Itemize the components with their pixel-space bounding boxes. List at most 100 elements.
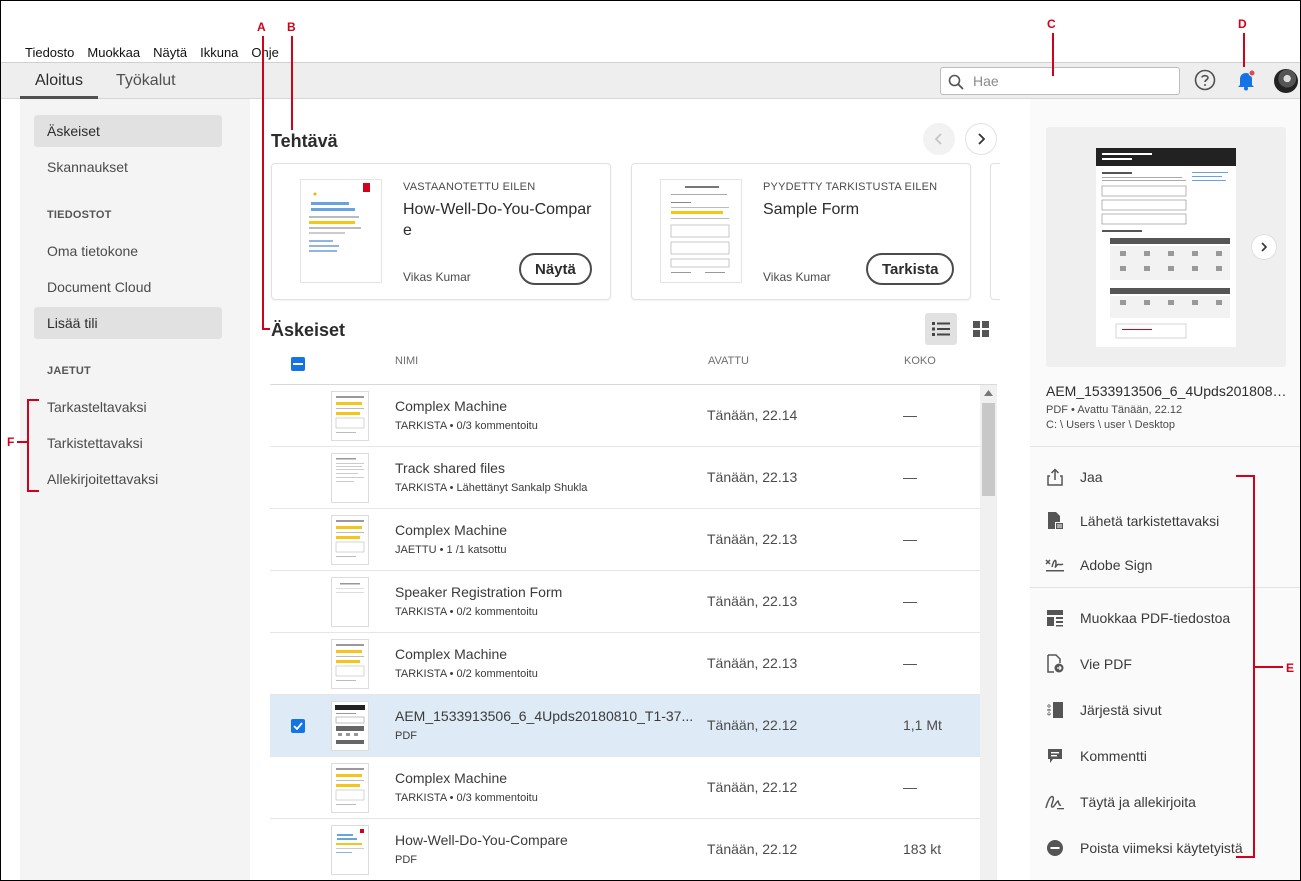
file-status: PDF	[395, 730, 417, 742]
file-thumbnail	[331, 701, 369, 751]
select-all-checkbox[interactable]	[291, 357, 305, 371]
file-opened: Tänään, 22.12	[707, 779, 798, 795]
action-label: Vie PDF	[1080, 656, 1132, 672]
action-organize-pages[interactable]: Järjestä sivut	[1044, 695, 1162, 725]
annotation-f-bracket	[27, 399, 29, 492]
menu-view[interactable]: Näytä	[153, 45, 187, 60]
tab-home[interactable]: Aloitus	[35, 72, 83, 90]
help-icon[interactable]	[1194, 69, 1216, 91]
review-button[interactable]: Tarkista	[866, 253, 955, 285]
annotation-f-top	[27, 399, 39, 401]
action-label: Jaa	[1080, 469, 1103, 485]
file-opened: Tänään, 22.13	[707, 655, 798, 671]
table-row[interactable]: Speaker Registration Form TARKISTA • 0/2…	[270, 571, 980, 633]
file-name: Complex Machine	[395, 646, 508, 662]
task-card-peek[interactable]	[990, 163, 1000, 300]
sidebar-item-scans[interactable]: Skannaukset	[34, 151, 222, 183]
file-list-scrollbar[interactable]	[980, 385, 997, 881]
left-sidebar: Äskeiset Skannaukset TIEDOSTOT Oma tieto…	[20, 99, 250, 881]
avatar[interactable]	[1274, 69, 1298, 93]
action-remove-from-recent[interactable]: Poista viimeksi käytetyistä	[1044, 833, 1243, 863]
annotation-e: E	[1286, 661, 1295, 675]
action-edit-pdf[interactable]: Muokkaa PDF-tiedostoa	[1044, 603, 1230, 633]
sidebar-shared-header: JAETUT	[47, 365, 91, 377]
divider	[1030, 587, 1301, 588]
view-button[interactable]: Näytä	[519, 253, 592, 285]
tasks-next-button[interactable]	[965, 123, 997, 155]
table-row[interactable]: Complex Machine JAETTU • 1 /1 katsottu T…	[270, 509, 980, 571]
search-input[interactable]	[973, 71, 1173, 91]
file-size: 183 kt	[903, 841, 942, 857]
table-row[interactable]: Complex Machine TARKISTA • 0/3 kommentoi…	[270, 757, 980, 819]
file-status: TARKISTA • 0/3 kommentoitu	[395, 420, 538, 432]
file-thumbnail	[331, 391, 369, 441]
action-share[interactable]: Jaa	[1044, 462, 1103, 492]
menu-edit[interactable]: Muokkaa	[87, 45, 140, 60]
file-name: How-Well-Do-You-Compare	[395, 832, 568, 848]
document-thumbnail	[300, 179, 382, 283]
action-adobe-sign[interactable]: Adobe Sign	[1044, 550, 1152, 580]
file-status: JAETTU • 1 /1 katsottu	[395, 544, 507, 556]
tasks-prev-button[interactable]	[923, 123, 955, 155]
annotation-f-bottom	[27, 490, 39, 492]
table-row[interactable]: How-Well-Do-You-Compare PDF Tänään, 22.1…	[270, 819, 980, 881]
tab-tools[interactable]: Työkalut	[116, 72, 176, 90]
file-size: —	[903, 593, 917, 609]
action-comment[interactable]: Kommentti	[1044, 741, 1147, 771]
sidebar-item-to-sign[interactable]: Allekirjoitettavaksi	[34, 463, 222, 495]
action-label: Poista viimeksi käytetyistä	[1080, 840, 1243, 856]
table-row[interactable]: Complex Machine TARKISTA • 0/3 kommentoi…	[270, 385, 980, 447]
list-view-button[interactable]	[925, 313, 957, 345]
annotation-b: B	[287, 20, 296, 34]
column-header-opened[interactable]: AVATTU	[708, 355, 749, 367]
menu-window[interactable]: Ikkuna	[200, 45, 238, 60]
annotation-e-line	[1253, 666, 1283, 668]
list-view-icon	[932, 322, 950, 336]
grid-view-button[interactable]	[965, 313, 997, 345]
file-status: PDF	[395, 854, 417, 866]
column-header-size[interactable]: KOKO	[904, 355, 936, 367]
table-row[interactable]: Track shared files TARKISTA • Lähettänyt…	[270, 447, 980, 509]
task-kicker: PYYDETTY TARKISTUSTA EILEN	[763, 181, 938, 193]
file-name: Complex Machine	[395, 398, 508, 414]
export-pdf-icon	[1047, 654, 1064, 673]
row-checkbox[interactable]	[291, 719, 305, 733]
file-status: TARKISTA • 0/2 kommentoitu	[395, 668, 538, 680]
file-name: Speaker Registration Form	[395, 584, 563, 600]
share-icon	[1047, 468, 1063, 486]
sidebar-item-to-view[interactable]: Tarkasteltavaksi	[34, 391, 222, 423]
sidebar-item-add-account[interactable]: Lisää tili	[34, 307, 222, 339]
sidebar-item-document-cloud[interactable]: Document Cloud	[34, 271, 222, 303]
task-card[interactable]: PYYDETTY TARKISTUSTA EILEN Sample Form V…	[631, 163, 971, 300]
file-thumbnail	[331, 639, 369, 689]
sidebar-item-recent[interactable]: Äskeiset	[34, 115, 222, 147]
action-fill-and-sign[interactable]: Täytä ja allekirjoita	[1044, 787, 1196, 817]
action-export-pdf[interactable]: Vie PDF	[1044, 649, 1132, 679]
menu-help[interactable]: Ohje	[251, 45, 278, 60]
organize-pages-icon	[1047, 702, 1063, 718]
file-opened: Tänään, 22.13	[707, 469, 798, 485]
menu-file[interactable]: Tiedosto	[25, 45, 74, 60]
file-opened: Tänään, 22.13	[707, 531, 798, 547]
table-row-selected[interactable]: AEM_1533913506_6_4Upds20180810_T1-37... …	[270, 695, 980, 757]
search-box[interactable]	[940, 67, 1180, 95]
bell-icon[interactable]	[1235, 69, 1257, 91]
file-size: —	[903, 469, 917, 485]
task-card[interactable]: VASTAANOTETTU EILEN How-Well-Do-You-Comp…	[271, 163, 611, 300]
sidebar-item-to-review[interactable]: Tarkistettavaksi	[34, 427, 222, 459]
file-thumbnail	[331, 763, 369, 813]
preview-next-button[interactable]	[1251, 234, 1277, 260]
recent-title: Äskeiset	[271, 320, 346, 340]
scrollbar-thumb[interactable]	[982, 403, 995, 496]
action-label: Kommentti	[1080, 748, 1147, 764]
file-size: 1,1 Mt	[903, 717, 942, 733]
file-name: Complex Machine	[395, 522, 508, 538]
scroll-up-icon[interactable]	[984, 390, 993, 396]
file-opened: Tänään, 22.13	[707, 593, 798, 609]
table-row[interactable]: Complex Machine TARKISTA • 0/2 kommentoi…	[270, 633, 980, 695]
sidebar-item-my-computer[interactable]: Oma tietokone	[34, 235, 222, 267]
file-status: TARKISTA • 0/3 kommentoitu	[395, 792, 538, 804]
action-send-for-review[interactable]: Lähetä tarkistettavaksi	[1044, 506, 1219, 536]
annotation-a: A	[257, 20, 266, 34]
column-header-name[interactable]: NIMI	[395, 355, 418, 367]
